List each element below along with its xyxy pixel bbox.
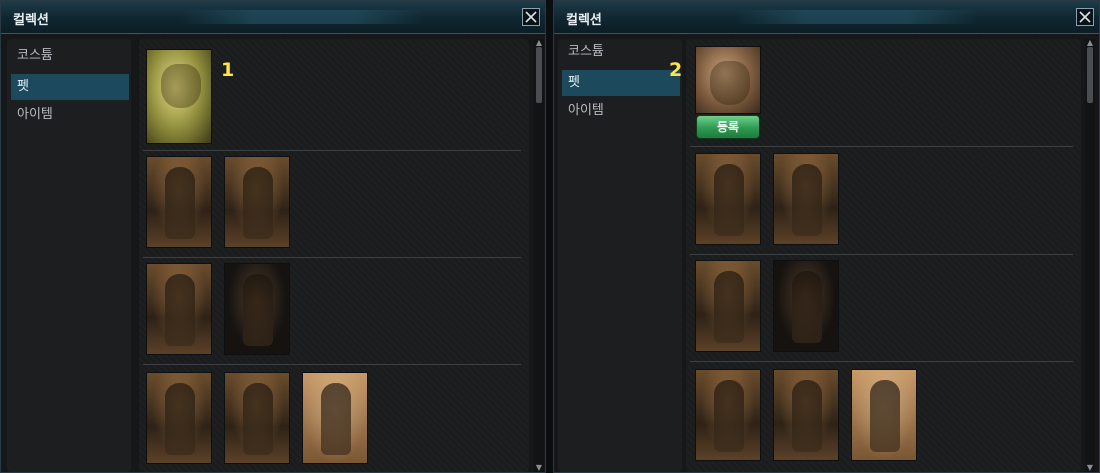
card-figure bbox=[243, 383, 273, 455]
card-figure bbox=[165, 383, 195, 455]
sidebar-item-pet[interactable]: 펫 bbox=[11, 74, 129, 100]
pet-card[interactable] bbox=[695, 369, 761, 461]
close-icon bbox=[1079, 11, 1091, 23]
card-figure bbox=[792, 271, 822, 343]
register-button[interactable]: 등록 bbox=[696, 115, 760, 139]
card-figure bbox=[165, 274, 195, 346]
pet-card[interactable] bbox=[224, 372, 290, 464]
card-figure bbox=[792, 380, 822, 452]
title-bar-strip bbox=[181, 10, 425, 24]
row-divider bbox=[690, 146, 1073, 147]
sidebar-item-item[interactable]: 아이템 bbox=[562, 98, 680, 124]
pet-card[interactable] bbox=[146, 263, 212, 355]
sidebar-item-item[interactable]: 아이템 bbox=[11, 102, 129, 128]
pet-card[interactable] bbox=[695, 153, 761, 245]
card-figure bbox=[321, 383, 351, 455]
pet-card[interactable] bbox=[851, 369, 917, 461]
window-title: 컬렉션 bbox=[13, 13, 49, 28]
row-divider bbox=[143, 364, 521, 365]
pet-card-wolf[interactable] bbox=[695, 46, 761, 114]
row-divider bbox=[143, 150, 521, 151]
title-bar[interactable]: 컬렉션 bbox=[554, 1, 1099, 34]
card-figure bbox=[714, 164, 744, 236]
scrollbar[interactable]: ▲ ▼ bbox=[534, 39, 544, 472]
collection-grid: 1 bbox=[139, 39, 529, 472]
wolf-image bbox=[710, 61, 750, 105]
pet-card[interactable] bbox=[695, 260, 761, 352]
card-figure bbox=[870, 380, 900, 452]
title-bar-strip bbox=[734, 10, 979, 24]
close-button[interactable] bbox=[522, 8, 540, 26]
close-button[interactable] bbox=[1076, 8, 1094, 26]
pet-card[interactable] bbox=[224, 156, 290, 248]
chevron-down-icon[interactable]: ▼ bbox=[534, 464, 544, 472]
scrollbar[interactable]: ▲ ▼ bbox=[1085, 39, 1095, 472]
pet-card[interactable] bbox=[773, 260, 839, 352]
wolf-image bbox=[161, 64, 201, 108]
close-icon bbox=[525, 11, 537, 23]
card-figure bbox=[792, 164, 822, 236]
category-sidebar: 코스튬 펫 아이템 bbox=[558, 39, 682, 472]
pet-card-wolf[interactable] bbox=[146, 49, 212, 144]
card-figure bbox=[714, 271, 744, 343]
pet-card[interactable] bbox=[302, 372, 368, 464]
sidebar-item-pet[interactable]: 펫 bbox=[562, 70, 680, 96]
card-figure bbox=[243, 167, 273, 239]
pet-card[interactable] bbox=[224, 263, 290, 355]
step-marker: 2 bbox=[669, 59, 683, 81]
pet-card[interactable] bbox=[146, 372, 212, 464]
collection-window-2: 컬렉션 코스튬 펫 아이템 2 등록 ▲ ▼ bbox=[553, 0, 1100, 473]
pet-card[interactable] bbox=[146, 156, 212, 248]
title-bar[interactable]: 컬렉션 bbox=[1, 1, 545, 34]
row-divider bbox=[690, 361, 1073, 362]
sidebar-item-costume[interactable]: 코스튬 bbox=[11, 43, 129, 69]
window-title: 컬렉션 bbox=[566, 13, 602, 28]
pet-card[interactable] bbox=[773, 369, 839, 461]
card-figure bbox=[165, 167, 195, 239]
row-divider bbox=[143, 257, 521, 258]
collection-window-1: 컬렉션 코스튬 펫 아이템 1 ▲ ▼ bbox=[0, 0, 546, 473]
card-figure bbox=[243, 274, 273, 346]
card-figure bbox=[714, 380, 744, 452]
sidebar-item-costume[interactable]: 코스튬 bbox=[562, 39, 680, 65]
chevron-up-icon[interactable]: ▲ bbox=[1085, 39, 1095, 47]
row-divider bbox=[690, 254, 1073, 255]
category-sidebar: 코스튬 펫 아이템 bbox=[7, 39, 131, 472]
scrollbar-thumb[interactable] bbox=[1087, 47, 1093, 103]
pet-card[interactable] bbox=[773, 153, 839, 245]
scrollbar-thumb[interactable] bbox=[536, 47, 542, 103]
chevron-down-icon[interactable]: ▼ bbox=[1085, 464, 1095, 472]
collection-grid: 등록 bbox=[686, 39, 1081, 472]
step-marker: 1 bbox=[221, 59, 235, 81]
chevron-up-icon[interactable]: ▲ bbox=[534, 39, 544, 47]
